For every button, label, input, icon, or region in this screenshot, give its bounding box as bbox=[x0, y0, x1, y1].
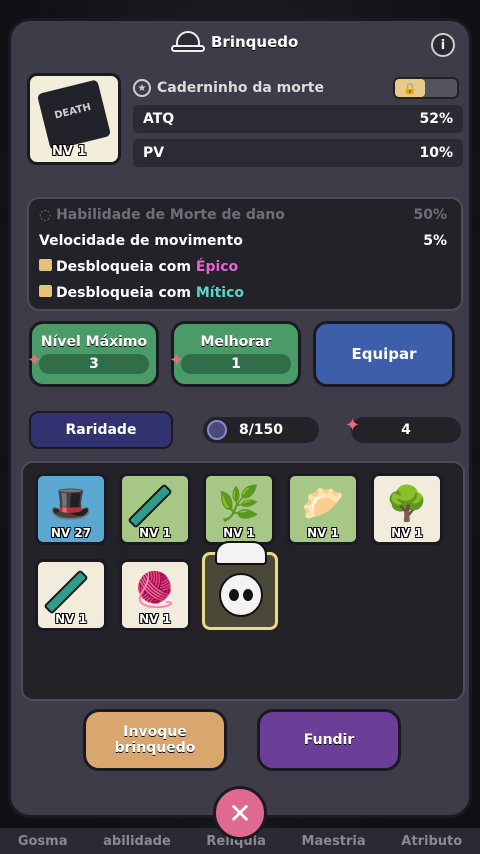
nav-attribute[interactable]: Atributo bbox=[401, 834, 462, 849]
item-level: NV 1 bbox=[52, 144, 87, 159]
inventory-slot-sword[interactable]: NV 1 bbox=[119, 473, 191, 545]
inventory-slot-hat[interactable]: 🎩 NV 27 bbox=[35, 473, 107, 545]
merge-button[interactable]: Fundir bbox=[257, 709, 401, 771]
lock-icon bbox=[39, 285, 52, 297]
item-name-row: ★ Caderninho da morte 🔒 bbox=[133, 75, 463, 101]
max-level-button[interactable]: Nível Máximo ✦ 3 bbox=[27, 321, 159, 387]
rope-icon: 🧶 bbox=[133, 570, 177, 610]
bone-icon: ✦ bbox=[27, 350, 43, 371]
leaf-icon: 🌿 bbox=[217, 484, 261, 524]
skull-icon bbox=[219, 573, 263, 617]
nav-mastery[interactable]: Maestria bbox=[302, 834, 366, 849]
hat-icon: 🎩 bbox=[49, 484, 93, 524]
ability-list: ◌ Habilidade de Morte de dano 50% Veloci… bbox=[27, 197, 463, 311]
capacity-icon bbox=[207, 420, 227, 440]
nav-slime[interactable]: Gosma bbox=[18, 834, 68, 849]
death-notebook-icon: DEATH bbox=[36, 79, 112, 151]
close-button[interactable]: ✕ bbox=[213, 786, 267, 840]
inventory-slot-bun[interactable]: 🥟 NV 1 bbox=[287, 473, 359, 545]
lock-icon: 🔒 bbox=[395, 79, 425, 97]
chef-hat-icon bbox=[215, 541, 267, 565]
info-icon[interactable]: i bbox=[431, 33, 455, 57]
toy-panel: Brinquedo i DEATH NV 1 ★ Caderninho da m… bbox=[8, 18, 472, 818]
capacity-counter: 8/150 bbox=[203, 417, 319, 443]
ability-move-speed: Velocidade de movimento 5% bbox=[39, 233, 447, 249]
lock-icon bbox=[39, 259, 52, 271]
bone-counter: ✦ 4 bbox=[345, 415, 461, 443]
item-name: Caderninho da morte bbox=[157, 80, 324, 96]
unlock-epic: Desbloqueia com Épico bbox=[39, 259, 447, 275]
bun-icon: 🥟 bbox=[301, 484, 345, 524]
page-title: Brinquedo bbox=[211, 33, 299, 51]
upgrade-button[interactable]: Melhorar ✦ 1 bbox=[169, 321, 301, 387]
bone-icon: ✦ bbox=[345, 415, 361, 436]
sword-icon bbox=[127, 483, 173, 529]
stat-row-hp: PV 10% bbox=[133, 139, 463, 167]
nav-ability[interactable]: abilidade bbox=[103, 834, 171, 849]
branch-icon: 🌳 bbox=[385, 484, 429, 524]
helmet-icon bbox=[171, 31, 205, 53]
inventory-slot-rope[interactable]: 🧶 NV 1 bbox=[119, 559, 191, 631]
inventory-slot-sword-white[interactable]: NV 1 bbox=[35, 559, 107, 631]
sword-icon bbox=[43, 569, 89, 615]
rarity-sort-button[interactable]: Raridade bbox=[29, 411, 173, 449]
inventory-slot-leaf[interactable]: 🌿 NV 1 bbox=[203, 473, 275, 545]
unlock-mythic: Desbloqueia com Mítico bbox=[39, 285, 447, 301]
spinner-icon: ◌ bbox=[39, 207, 57, 223]
star-icon: ★ bbox=[133, 79, 151, 97]
ability-locked: ◌ Habilidade de Morte de dano 50% bbox=[39, 207, 447, 223]
equip-button[interactable]: Equipar bbox=[313, 321, 455, 387]
item-card[interactable]: DEATH NV 1 bbox=[27, 73, 121, 165]
inventory-slot-chef-skull[interactable] bbox=[202, 541, 278, 630]
bone-icon: ✦ bbox=[169, 350, 185, 371]
summon-toy-button[interactable]: Invoque brinquedo bbox=[83, 709, 227, 771]
stat-row-atk: ATQ 52% bbox=[133, 105, 463, 133]
title-bar: Brinquedo i bbox=[11, 21, 469, 71]
inventory-slot-branch[interactable]: 🌳 NV 1 bbox=[371, 473, 443, 545]
lock-toggle[interactable]: 🔒 bbox=[393, 77, 459, 99]
